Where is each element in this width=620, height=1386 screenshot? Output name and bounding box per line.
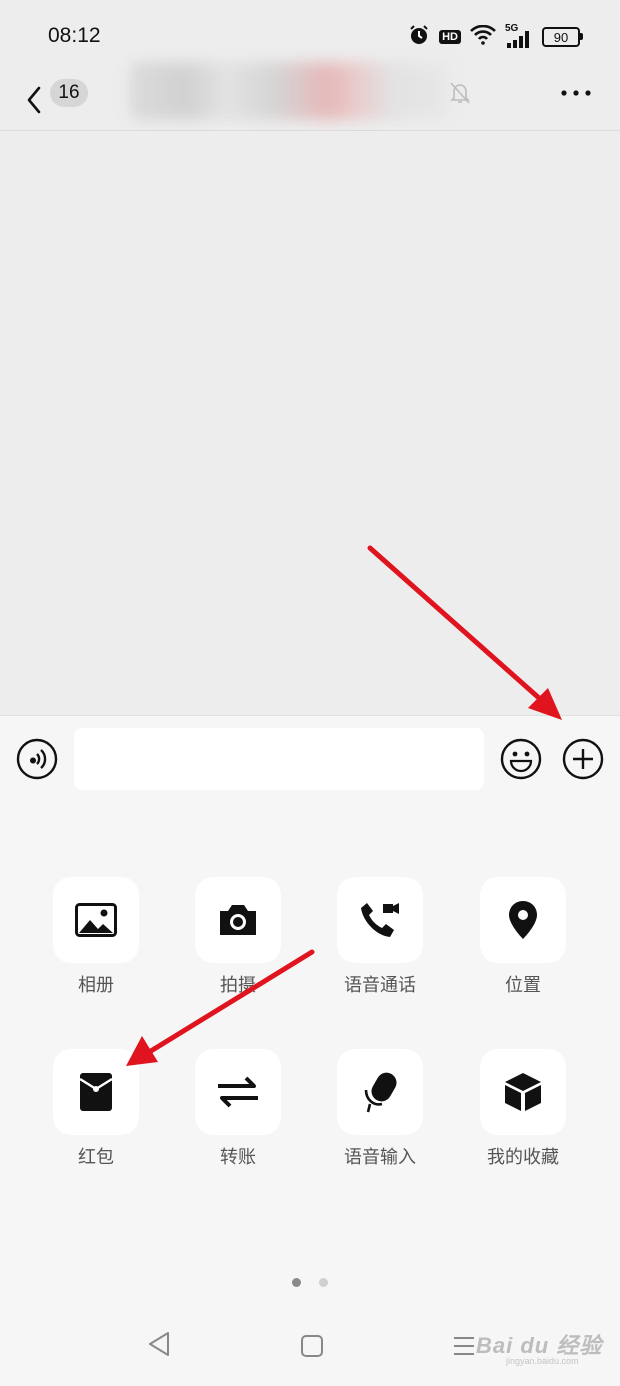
- unread-count-badge[interactable]: 16: [50, 79, 88, 107]
- message-input[interactable]: [74, 728, 484, 790]
- page-indicator: [0, 1272, 620, 1291]
- panel-item-label: 我的收藏: [487, 1147, 559, 1168]
- message-list[interactable]: [0, 131, 620, 715]
- panel-item-label: 位置: [505, 975, 541, 996]
- panel-item-box: [53, 1049, 139, 1135]
- menu-lines-icon: [454, 1337, 474, 1355]
- panel-item-location[interactable]: 位置: [468, 877, 578, 997]
- page-dot-active[interactable]: [292, 1278, 302, 1287]
- panel-item-box: [195, 1049, 281, 1135]
- panel-item-label: 转账: [220, 1147, 256, 1168]
- favorites-cube-icon: [505, 1073, 541, 1111]
- panel-item-label: 拍摄: [220, 975, 256, 996]
- camera-icon: [220, 905, 256, 935]
- plus-circle-icon: [562, 738, 604, 780]
- panel-item-box: [480, 877, 566, 963]
- panel-item-voice-call[interactable]: 语音通话: [325, 877, 435, 997]
- ellipsis-icon: [561, 90, 591, 96]
- panel-item-favorites[interactable]: 我的收藏: [468, 1049, 578, 1169]
- panel-item-voice-input[interactable]: 语音输入: [325, 1049, 435, 1169]
- panel-item-box: [337, 1049, 423, 1135]
- page-dot[interactable]: [318, 1278, 328, 1287]
- panel-item-label: 相册: [78, 975, 114, 996]
- emoji-button[interactable]: [500, 738, 542, 780]
- panel-item-label: 语音输入: [344, 1147, 416, 1168]
- status-icons: HD 5G 90: [408, 23, 583, 50]
- wifi-icon: [470, 24, 496, 49]
- panel-item-album[interactable]: 相册: [41, 877, 151, 997]
- transfer-icon: [218, 1076, 258, 1108]
- input-bar: [0, 715, 620, 803]
- status-bar: 08:12 HD 5G 90: [0, 0, 620, 70]
- panel-item-box: [337, 877, 423, 963]
- more-functions-button[interactable]: [562, 738, 604, 780]
- status-time: 08:12: [48, 24, 101, 47]
- cellular-signal-icon: 5G: [505, 23, 533, 48]
- more-options-button[interactable]: [558, 80, 594, 106]
- voice-video-call-icon: [361, 903, 399, 937]
- alarm-icon: [408, 24, 430, 50]
- panel-item-box: [195, 877, 281, 963]
- system-navigation-bar: Bai du 经验 jingyan.baidu.com: [0, 1310, 620, 1386]
- panel-item-box: [480, 1049, 566, 1135]
- triangle-back-icon: [149, 1332, 169, 1356]
- voice-wave-icon: [16, 738, 58, 780]
- panel-item-box: [53, 877, 139, 963]
- album-icon: [75, 903, 117, 937]
- panel-item-label: 语音通话: [344, 975, 416, 996]
- back-button[interactable]: [22, 78, 48, 118]
- battery-indicator: 90: [542, 27, 583, 47]
- chevron-left-icon: [27, 86, 41, 114]
- location-pin-icon: [509, 901, 537, 939]
- system-recents-button[interactable]: [452, 1334, 476, 1358]
- hd-badge: HD: [439, 30, 461, 44]
- panel-item-transfer[interactable]: 转账: [183, 1049, 293, 1169]
- panel-item-red-packet[interactable]: 红包: [41, 1049, 151, 1169]
- microphone-icon: [364, 1072, 397, 1113]
- square-home-icon: [301, 1335, 323, 1357]
- system-back-button[interactable]: [146, 1330, 172, 1358]
- panel-item-label: 红包: [78, 1147, 114, 1168]
- smiley-icon: [500, 738, 542, 780]
- chat-title-redacted: [130, 62, 450, 120]
- function-panel: 相册 拍摄 语音通话 位置 红包 转账 语音输入 我的收藏: [0, 802, 620, 1386]
- system-home-button[interactable]: [300, 1334, 324, 1358]
- watermark-url: jingyan.baidu.com: [506, 1356, 579, 1366]
- panel-item-camera[interactable]: 拍摄: [183, 877, 293, 997]
- chat-header: 16: [0, 62, 620, 131]
- muted-bell-icon: [448, 80, 472, 106]
- red-packet-icon: [79, 1073, 113, 1111]
- voice-input-toggle-button[interactable]: [16, 738, 58, 780]
